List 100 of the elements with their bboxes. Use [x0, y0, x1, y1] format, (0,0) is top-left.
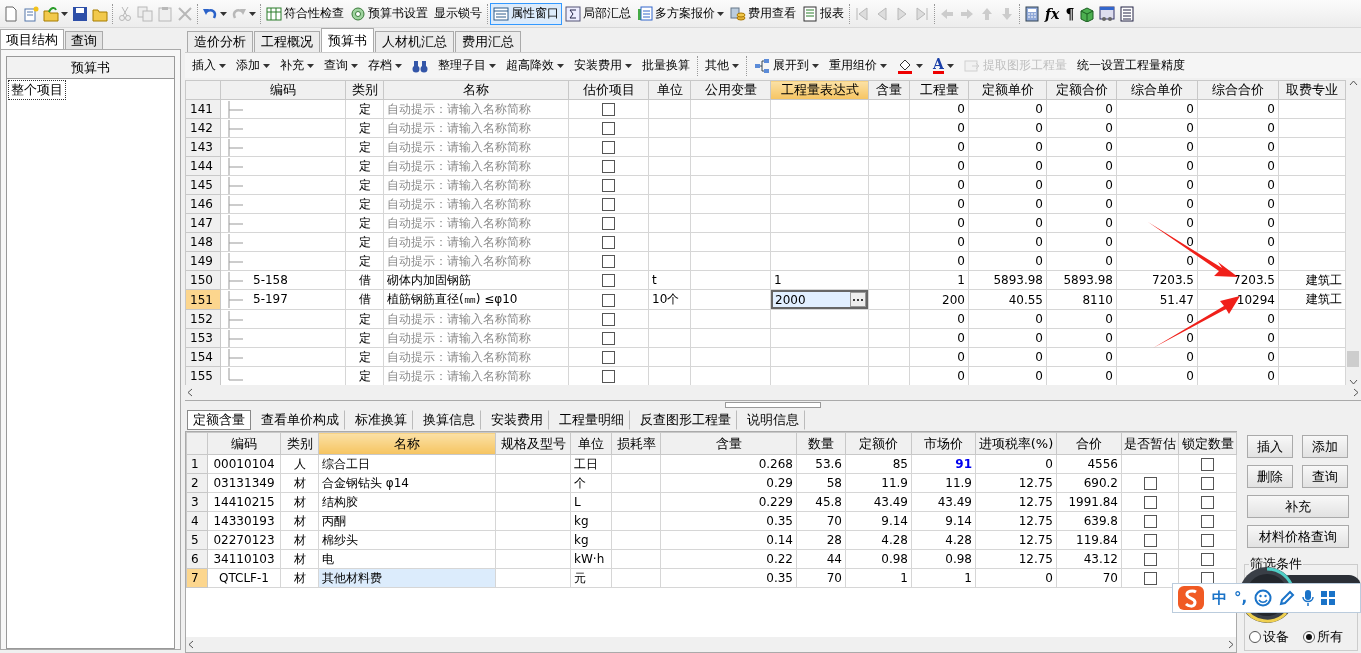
pencil-icon[interactable]: [1279, 590, 1296, 606]
checkbox[interactable]: [1143, 572, 1157, 585]
grid-icon[interactable]: [1321, 590, 1336, 606]
toolbar-button[interactable]: 整理子目: [433, 54, 501, 77]
side-button[interactable]: 添加: [1302, 435, 1348, 458]
toolbar-button[interactable]: 存档: [363, 54, 407, 77]
checkbox[interactable]: [1201, 496, 1214, 509]
tab[interactable]: 定额含量: [187, 410, 251, 430]
toolbar-button[interactable]: A: [928, 54, 959, 77]
tab[interactable]: 查看单价构成: [255, 410, 345, 430]
column-header[interactable]: 公用变量: [690, 80, 771, 100]
toolbar-button[interactable]: 添加: [231, 54, 275, 77]
side-button[interactable]: 删除: [1247, 465, 1293, 488]
checkbox[interactable]: [602, 313, 615, 326]
toolbar-button[interactable]: 显示锁号: [431, 2, 485, 25]
checkbox[interactable]: [1201, 515, 1214, 528]
tab[interactable]: 费用汇总: [455, 31, 521, 52]
column-header[interactable]: 类别: [280, 432, 319, 455]
tab[interactable]: 标准换算: [349, 410, 413, 430]
tab[interactable]: 说明信息: [741, 410, 805, 430]
column-header[interactable]: 估价项目: [568, 80, 649, 100]
side-button[interactable]: 补充: [1247, 495, 1349, 518]
checkbox[interactable]: [602, 236, 615, 249]
horizontal-scrollbar[interactable]: [186, 637, 1236, 652]
formula-button[interactable]: fx: [1042, 2, 1063, 25]
checkbox[interactable]: [602, 122, 615, 135]
smiley-icon[interactable]: [1254, 589, 1273, 607]
toolbar-button[interactable]: 展开到: [749, 54, 824, 77]
toolbar-button[interactable]: 属性窗口: [490, 2, 562, 25]
tab[interactable]: 查询: [65, 31, 103, 49]
checkbox[interactable]: [602, 179, 615, 192]
column-header[interactable]: 单位: [570, 432, 612, 455]
splitter-handle[interactable]: [725, 402, 821, 408]
column-header[interactable]: 含量: [660, 432, 797, 455]
vertical-scrollbar[interactable]: [1346, 80, 1360, 385]
checkbox[interactable]: [1201, 553, 1214, 566]
tree-item[interactable]: 整个项目: [8, 80, 66, 100]
side-button[interactable]: 插入: [1247, 435, 1293, 458]
checkbox[interactable]: [602, 160, 615, 173]
checkbox[interactable]: [602, 141, 615, 154]
column-header[interactable]: 工程量: [909, 80, 969, 100]
paragraph-button[interactable]: ¶: [1062, 2, 1078, 25]
checkbox[interactable]: [602, 332, 615, 345]
toolbar-button[interactable]: 安装费用: [569, 54, 637, 77]
tab[interactable]: 工程概况: [254, 31, 320, 52]
checkbox[interactable]: [1201, 534, 1214, 547]
column-header[interactable]: 工程量表达式: [770, 80, 869, 100]
tab[interactable]: 工程量明细: [553, 410, 630, 430]
column-header[interactable]: 是否暂估: [1121, 432, 1179, 455]
column-header[interactable]: 锁定数量: [1178, 432, 1237, 455]
checkbox[interactable]: [602, 217, 615, 230]
column-header[interactable]: 定额单价: [968, 80, 1047, 100]
tab[interactable]: 换算信息: [417, 410, 481, 430]
toolbar-button[interactable]: 超高降效: [501, 54, 569, 77]
checkbox[interactable]: [602, 255, 615, 268]
column-header[interactable]: 进项税率(%): [975, 432, 1057, 455]
toolbar-button[interactable]: 批量换算: [637, 54, 695, 77]
side-button[interactable]: 材料价格查询: [1247, 525, 1349, 548]
toolbar-button[interactable]: 符合性检查: [263, 2, 347, 25]
toolbar-button[interactable]: 预算书设置: [347, 2, 431, 25]
column-header[interactable]: 综合合价: [1197, 80, 1279, 100]
checkbox[interactable]: [1143, 477, 1157, 490]
column-header[interactable]: 综合单价: [1116, 80, 1198, 100]
row-number[interactable]: 151: [185, 289, 221, 310]
checkbox[interactable]: [1143, 553, 1157, 566]
checkbox[interactable]: [602, 103, 615, 116]
column-header[interactable]: 市场价: [911, 432, 976, 455]
column-header[interactable]: 编码: [207, 432, 281, 455]
toolbar-button[interactable]: 其他: [700, 54, 744, 77]
checkbox[interactable]: [1143, 496, 1157, 509]
tab[interactable]: 项目结构: [0, 29, 64, 49]
column-header[interactable]: 类别: [345, 80, 384, 100]
toolbar-button[interactable]: 局部汇总: [562, 2, 634, 25]
column-header[interactable]: 数量: [796, 432, 846, 455]
input-mode-toggle[interactable]: 中: [1212, 588, 1227, 608]
toolbar-button[interactable]: 查询: [319, 54, 363, 77]
toolbar-button[interactable]: 报表: [799, 2, 847, 25]
checkbox[interactable]: [1143, 515, 1157, 528]
horizontal-scrollbar[interactable]: [185, 385, 1361, 400]
column-header[interactable]: 单位: [648, 80, 691, 100]
expression-input[interactable]: 2000: [771, 290, 868, 309]
toolbar-button[interactable]: 多方案报价: [634, 2, 727, 25]
microphone-icon[interactable]: [1302, 589, 1315, 607]
toolbar-button[interactable]: 插入: [187, 54, 231, 77]
checkbox[interactable]: [602, 370, 615, 383]
checkbox[interactable]: [602, 274, 615, 287]
toolbar-button[interactable]: 重用组价: [824, 54, 892, 77]
tab[interactable]: 安装费用: [485, 410, 549, 430]
column-header[interactable]: 损耗率: [611, 432, 661, 455]
toolbar-button[interactable]: 费用查看: [727, 2, 799, 25]
checkbox[interactable]: [1201, 458, 1214, 471]
checkbox[interactable]: [602, 351, 615, 364]
tab[interactable]: 造价分析: [187, 31, 253, 52]
tab[interactable]: 反查图形工程量: [634, 410, 737, 430]
tab[interactable]: 人材机汇总: [375, 31, 454, 52]
column-header[interactable]: 含量: [868, 80, 910, 100]
punctuation-toggle[interactable]: °,: [1234, 589, 1248, 607]
column-header[interactable]: 取费专业: [1278, 80, 1346, 100]
checkbox[interactable]: [602, 198, 615, 211]
checkbox[interactable]: [1143, 534, 1157, 547]
